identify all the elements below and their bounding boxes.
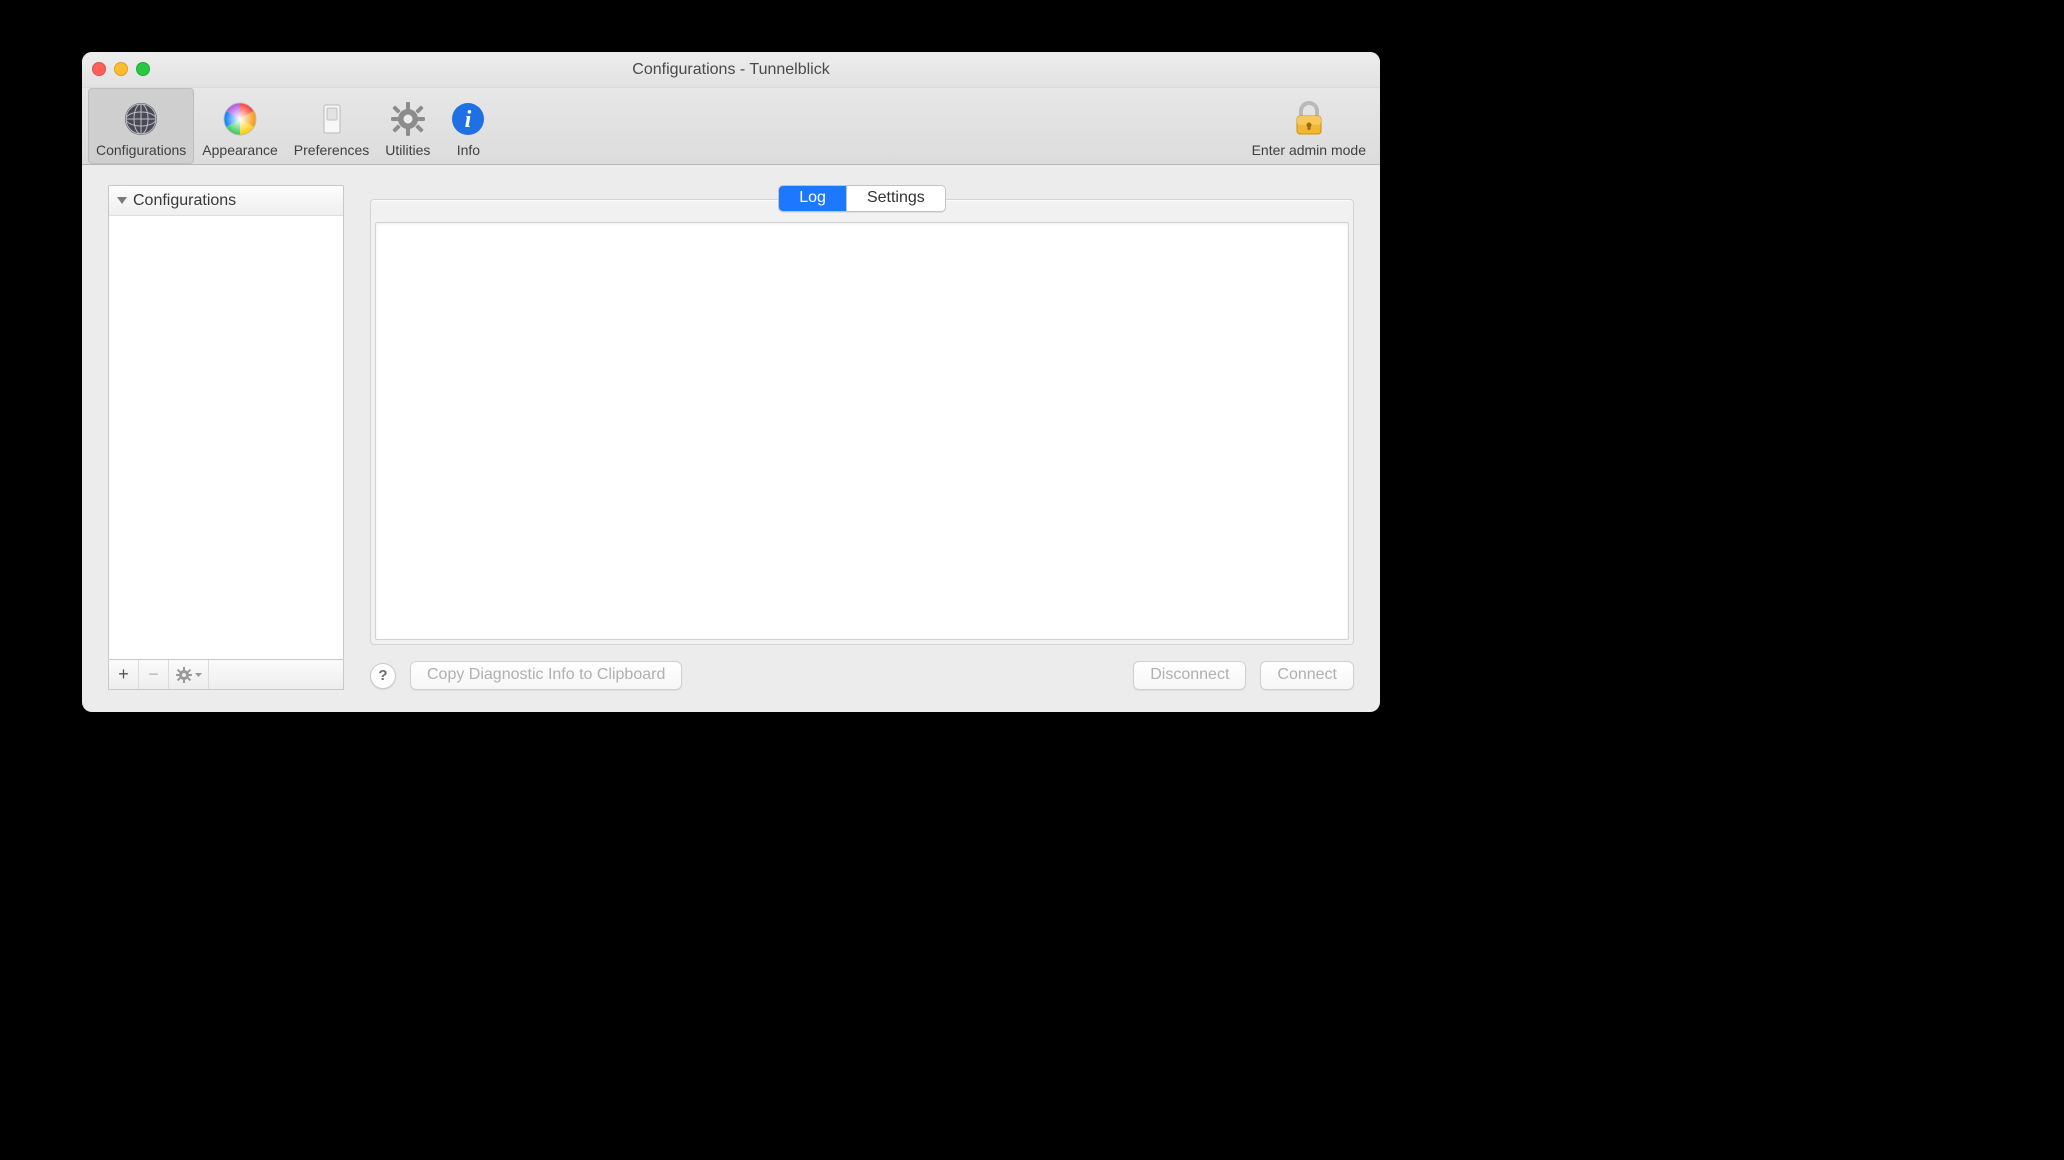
svg-text:i: i [465,107,472,133]
gear-dropdown-icon [176,667,202,683]
zoom-icon[interactable] [136,62,150,76]
switch-icon [313,100,351,138]
configurations-body [109,216,343,659]
toolbar-item-preferences[interactable]: Preferences [286,88,377,164]
toolbar-label: Enter admin mode [1252,142,1366,158]
toolbar-label: Appearance [202,142,278,158]
gear-icon [389,100,427,138]
toolbar-item-configurations[interactable]: Configurations [88,88,194,164]
remove-configuration-button[interactable]: − [139,660,169,689]
toolbar-item-utilities[interactable]: Utilities [377,88,438,164]
content: Configurations + − [82,165,1380,712]
traffic-lights [92,62,150,76]
minimize-icon[interactable] [114,62,128,76]
tab-settings[interactable]: Settings [846,186,945,211]
app-window: Configurations - Tunnelblick Configurati… [82,52,1380,712]
toolbar-label: Info [457,142,480,158]
configurations-header-label: Configurations [133,192,236,210]
copy-diagnostic-button[interactable]: Copy Diagnostic Info to Clipboard [410,661,682,690]
help-icon: ? [378,667,387,684]
toolbar-item-appearance[interactable]: Appearance [194,88,286,164]
toolbar: Configurations [82,88,1380,165]
toolbar-label: Preferences [294,142,369,158]
color-wheel-icon [221,100,259,138]
toolbar-label: Configurations [96,142,186,158]
configurations-list[interactable]: Configurations [108,185,344,660]
segmented-control-row: Log Settings [370,185,1354,212]
minus-icon: − [148,664,159,685]
window-title: Configurations - Tunnelblick [632,61,829,79]
disclosure-triangle-icon[interactable] [117,197,127,204]
add-configuration-button[interactable]: + [109,660,139,689]
log-settings-segmented: Log Settings [778,185,946,212]
sidebar: Configurations + − [108,185,344,690]
connect-button[interactable]: Connect [1260,661,1354,690]
toolbar-item-info[interactable]: i Info [438,88,498,164]
info-icon: i [449,100,487,138]
configuration-actions-button[interactable] [169,660,209,689]
toolbar-label: Utilities [385,142,430,158]
configurations-header[interactable]: Configurations [109,186,343,216]
toolbar-item-admin-mode[interactable]: Enter admin mode [1244,88,1374,164]
help-button[interactable]: ? [370,663,396,689]
tab-log[interactable]: Log [779,186,846,211]
plus-icon: + [118,664,129,685]
sidebar-footer: + − [108,660,344,690]
log-panel-frame [370,199,1354,645]
lock-icon [1290,100,1328,138]
close-icon[interactable] [92,62,106,76]
bottom-row: ? Copy Diagnostic Info to Clipboard Disc… [370,661,1354,690]
sidebar-footer-spacer [209,660,343,689]
titlebar: Configurations - Tunnelblick [82,52,1380,88]
main-panel: Log Settings ? Copy Diagnostic Info to C… [370,185,1354,690]
log-textview[interactable] [375,222,1349,640]
network-globe-icon [122,100,160,138]
disconnect-button[interactable]: Disconnect [1133,661,1246,690]
